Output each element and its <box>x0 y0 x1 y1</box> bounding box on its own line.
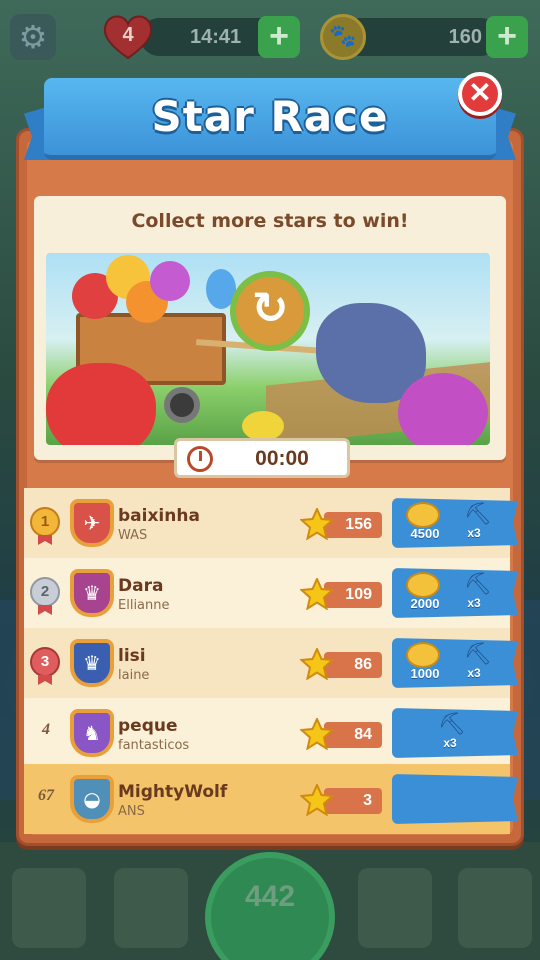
race-illustration <box>46 253 490 445</box>
popup-title: Star Race <box>151 92 389 141</box>
reward-banner: ⛏ x3 <box>392 708 518 758</box>
popup-subtitle: Collect more stars to win! <box>131 210 409 232</box>
player-name: lisi <box>118 646 146 666</box>
star-icon <box>299 782 335 817</box>
paw-coins-count: 160 <box>448 26 482 48</box>
add-lives-button[interactable]: + <box>258 16 300 58</box>
clock-icon <box>187 446 213 472</box>
grape-character <box>150 261 190 301</box>
shovel-icon: ⛏ <box>438 712 466 737</box>
reward-banner-empty <box>392 774 518 824</box>
team-badge-cat-icon: ♞ <box>70 709 114 757</box>
reward-shovels: x3 <box>443 736 457 750</box>
reward-coins: 4500 <box>410 526 440 541</box>
coin-icon <box>406 642 440 668</box>
team-badge-egg-icon: ◒ <box>70 775 114 823</box>
player-name: baixinha <box>118 506 200 526</box>
strawberry-character <box>46 363 156 445</box>
player-name: MightyWolf <box>118 782 228 802</box>
banana-character <box>242 411 284 441</box>
star-icon <box>299 506 335 541</box>
rank-medal-icon: 2 <box>30 577 60 607</box>
team-name: WAS <box>118 528 148 543</box>
rank-medal-icon: 3 <box>30 647 60 677</box>
reward-shovels: x3 <box>467 666 481 680</box>
team-badge-bird-icon: ✈ <box>70 499 114 547</box>
team-name: laine <box>118 668 150 683</box>
team-name: Ellianne <box>118 598 170 613</box>
leaderboard-row[interactable]: 3 ♛ lisi laine 86 1000 ⛏ x3 <box>24 628 518 698</box>
plum-character <box>398 373 488 445</box>
team-name: fantasticos <box>118 738 190 753</box>
star-icon <box>299 646 335 681</box>
reward-banner: 1000 ⛏ x3 <box>392 638 518 688</box>
level-number: 442 <box>244 880 296 913</box>
race-timer-value: 00:00 <box>255 447 309 470</box>
player-name: peque <box>118 716 178 736</box>
team-badge-crown-icon: ♛ <box>70 569 114 617</box>
leaderboard-row-self[interactable]: 67 ◒ MightyWolf ANS 3 <box>24 764 518 834</box>
shovel-icon: ⛏ <box>464 642 492 667</box>
reward-shovels: x3 <box>467 596 481 610</box>
top-hud: ⚙ 4 14:41 + 🐾 160 + <box>0 10 540 62</box>
rank-number: 4 <box>42 721 50 738</box>
reload-medal-icon <box>230 271 310 351</box>
shovel-icon: ⛏ <box>464 572 492 597</box>
shovel-icon: ⛏ <box>464 502 492 527</box>
race-timer: 00:00 <box>174 438 350 478</box>
team-nav-button[interactable] <box>114 868 188 948</box>
reward-banner: 2000 ⛏ x3 <box>392 568 518 618</box>
player-name: Dara <box>118 576 164 596</box>
info-card: Collect more stars to win! <box>34 196 506 460</box>
star-icon <box>299 576 335 611</box>
play-level-button[interactable]: 442 <box>205 852 335 960</box>
coin-icon <box>406 572 440 598</box>
lives-count: 4 <box>122 24 134 46</box>
leaderboard-row[interactable]: 4 ♞ peque fantasticos 84 ⛏ x3 <box>24 698 518 768</box>
lives-heart-icon: 4 <box>100 12 156 62</box>
leaderboard-row[interactable]: 2 ♛ Dara Ellianne 109 2000 ⛏ x3 <box>24 558 518 628</box>
settings-gear-icon[interactable]: ⚙ <box>10 14 56 60</box>
reward-banner: 4500 ⛏ x3 <box>392 498 518 548</box>
coin-icon <box>406 502 440 528</box>
trophy-nav-button[interactable] <box>12 868 86 948</box>
add-coins-button[interactable]: + <box>486 16 528 58</box>
shop-nav-button[interactable] <box>358 868 432 948</box>
reward-coins: 2000 <box>410 596 440 611</box>
rank-medal-icon: 1 <box>30 507 60 537</box>
rank-number: 67 <box>38 787 54 804</box>
bottom-nav-bar: 442 <box>0 842 540 960</box>
leaderboard-row[interactable]: 1 ✈ baixinha WAS 156 4500 ⛏ x3 <box>24 488 518 558</box>
leaderboard: 1 ✈ baixinha WAS 156 4500 ⛏ x3 2 ♛ Dara Ellianne 109… <box>24 488 518 838</box>
paw-coin-icon: 🐾 <box>320 14 366 60</box>
title-ribbon: Star Race <box>24 78 516 170</box>
team-name: ANS <box>118 804 145 819</box>
reward-coins: 1000 <box>410 666 440 681</box>
cart-wheel-icon <box>164 387 200 423</box>
star-icon <box>299 716 335 751</box>
close-button[interactable]: ✕ <box>458 72 502 116</box>
team-badge-crown-icon: ♛ <box>70 639 114 687</box>
reward-shovels: x3 <box>467 526 481 540</box>
lives-timer: 14:41 <box>190 26 242 48</box>
album-nav-button[interactable] <box>458 868 532 948</box>
